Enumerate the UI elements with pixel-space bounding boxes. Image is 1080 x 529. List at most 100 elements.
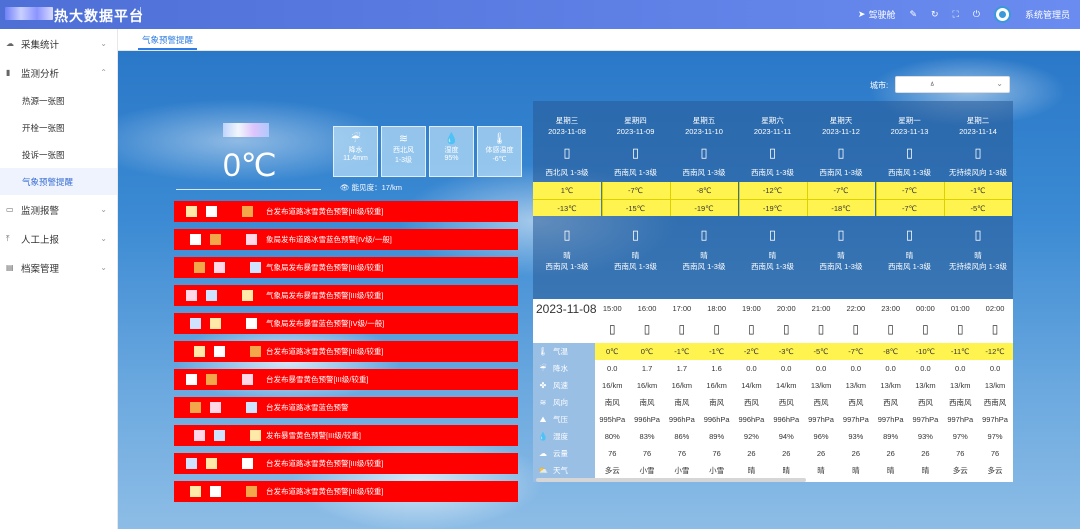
forecast-condition: 晴 xyxy=(905,251,914,260)
hourly-hum: 89% xyxy=(709,432,725,441)
edit-icon[interactable]: ✎ xyxy=(909,9,917,20)
hourly-temp: 0℃ xyxy=(640,347,654,356)
forecast-date: 2023-11-14 xyxy=(959,127,997,136)
weather-icon: ▯ xyxy=(768,227,777,242)
redacted-block xyxy=(210,402,221,413)
redacted-block xyxy=(186,206,197,217)
forecast-condition: 晴 xyxy=(631,251,640,260)
forecast-wind: 西北风 1-3级 xyxy=(545,168,589,177)
hourly-pres: 996hPa xyxy=(773,415,800,424)
upload-icon: ⤒ xyxy=(6,233,10,243)
hourly-wx: 晴 xyxy=(817,466,825,475)
forecast-grid: 星期三 2023-11-08 ▯ 西北风 1-3级 1℃ -13℃ ▯ 晴西南风 1-3级 星期… xyxy=(533,101,1013,299)
alert-item[interactable]: 气象局发布暴雪蓝色预警[IV级/一般] xyxy=(174,313,518,334)
forecast-weekday: 星期天 xyxy=(829,116,853,125)
chevron-down-icon: ⌄ xyxy=(100,234,107,243)
tab-bar: 气象预警提醒 xyxy=(118,29,1080,51)
fullscreen-icon[interactable]: ⛶ xyxy=(953,9,959,20)
main-content: 城市: ㅿ ⌄ 0℃ ☔ 降水 11.4mm ≋ 西北风 1-3级 💧 湿度 9… xyxy=(118,51,1080,529)
card-value: 95% xyxy=(444,155,459,162)
redacted-block xyxy=(206,206,217,217)
menu-group-archive[interactable]: ▤ 档案管理 ⌄ xyxy=(0,253,117,282)
alert-item[interactable]: 台发布道路冰雪黄色预警[III级/较重] xyxy=(174,453,518,474)
alert-item[interactable]: 台发布道路冰雪蓝色预警 xyxy=(174,397,518,418)
menu-group-collect[interactable]: ☁ 采集统计 ⌄ xyxy=(0,29,117,58)
menu-group-monitor-alarm[interactable]: ▭ 监测报警 ⌄ xyxy=(0,195,117,224)
sidebar: ☁ 采集统计 ⌄ ▮ 监测分析 ⌃ 热源一张图 开栓一张图 投诉一张图 气象预警… xyxy=(0,29,118,529)
sidebar-item-complaint-map[interactable]: 投诉一张图 xyxy=(0,141,117,168)
menu-group-manual-report[interactable]: ⤒ 人工上报 ⌄ xyxy=(0,224,117,253)
hourly-column: 15:00 ▯ 0℃ 0.0 16/km 南风 995hPa 80% 76 多云 xyxy=(595,299,630,482)
hourly-pres: 997hPa xyxy=(877,415,904,424)
weather-icon: ▯ xyxy=(768,145,777,160)
hourly-row-label: ⛰ 气压 xyxy=(533,411,595,428)
top-bar: 热大数据平台 ➤ 驾驶舱 ✎ ↻ ⛶ ⏻ 系统管理员 xyxy=(0,0,1080,29)
alert-text: 台发布暴雪黄色预警[III级/较重] xyxy=(266,375,369,384)
row-label-text: 风速 xyxy=(553,381,568,390)
hourly-hum: 89% xyxy=(883,432,899,441)
alert-item[interactable]: 发布暴雪黄色预警[III级/较重] xyxy=(174,425,518,446)
hourly-speed: 16/km xyxy=(671,381,693,390)
chevron-down-icon: ⌄ xyxy=(100,263,107,272)
chevron-down-icon: ⌄ xyxy=(100,205,107,214)
cockpit-button[interactable]: ➤ 驾驶舱 xyxy=(858,8,896,21)
alert-item[interactable]: 气象局发布暴雪黄色预警[III级/较重] xyxy=(174,257,518,278)
tab-weather-alert[interactable]: 气象预警提醒 xyxy=(138,32,198,50)
redacted-block xyxy=(210,318,221,329)
forecast-date: 2023-11-11 xyxy=(753,127,792,136)
alert-item[interactable]: 台发布道路冰雪黄色预警[III级/较重] xyxy=(174,201,518,222)
user-name[interactable]: 系统管理员 xyxy=(1025,8,1070,21)
hourly-temp: -1℃ xyxy=(674,347,690,356)
hourly-rain: 0.0 xyxy=(920,364,931,373)
forecast-wind-night: 西南风 1-3级 xyxy=(545,262,589,271)
hourly-temp: -10℃ xyxy=(915,347,936,356)
hourly-hum: 93% xyxy=(917,432,933,441)
row-label-text: 风向 xyxy=(553,398,568,407)
hourly-dir: 西风 xyxy=(813,398,829,407)
hourly-temp: -3℃ xyxy=(778,347,794,356)
menu-group-label: 监测分析 xyxy=(21,68,60,80)
alert-item[interactable]: 象局发布道路冰雪蓝色预警[IV级/一般] xyxy=(174,229,518,250)
menu-group-analysis[interactable]: ▮ 监测分析 ⌃ xyxy=(0,58,117,87)
hourly-row-label: ☔ 降水 xyxy=(533,360,595,377)
avatar[interactable] xyxy=(993,6,1011,23)
alert-item[interactable]: 台发布道路冰雪黄色预警[III级/较重] xyxy=(174,341,518,362)
forecast-wind: 无持续风向 1-3级 xyxy=(949,168,1007,177)
hourly-time: 02:00 xyxy=(985,304,1005,313)
sidebar-item-heat-source-map[interactable]: 热源一张图 xyxy=(0,87,117,114)
hourly-rain: 0.0 xyxy=(815,364,827,373)
hourly-rain: 1.7 xyxy=(641,364,653,373)
hourly-temp: -7℃ xyxy=(848,347,864,356)
fan-icon: ✤ xyxy=(539,381,547,390)
column-separator xyxy=(738,182,740,216)
horizontal-scrollbar[interactable] xyxy=(536,478,806,482)
cloud-icon: ☁ xyxy=(539,449,547,458)
city-select[interactable]: ㅿ ⌄ xyxy=(895,76,1010,93)
sidebar-item-weather-alert[interactable]: 气象预警提醒 xyxy=(0,168,117,195)
hourly-cloud: 26 xyxy=(816,449,826,458)
redacted-block xyxy=(214,346,225,357)
sidebar-item-valve-map[interactable]: 开栓一张图 xyxy=(0,114,117,141)
redacted-block xyxy=(246,486,257,497)
forecast-wind-night: 无持续风向 1-3级 xyxy=(949,262,1007,271)
refresh-icon[interactable]: ↻ xyxy=(931,9,939,20)
alert-item[interactable]: 气象局发布暴雪黄色预警[III级/较重] xyxy=(174,285,518,306)
redacted-block xyxy=(190,318,201,329)
alert-text: 台发布道路冰雪黄色预警[III级/较重] xyxy=(266,347,384,356)
alert-item[interactable]: 台发布暴雪黄色预警[III级/较重] xyxy=(174,369,518,390)
power-icon[interactable]: ⏻ xyxy=(973,9,980,20)
weather-icon: ▯ xyxy=(678,322,686,336)
forecast-condition: 晴 xyxy=(563,251,571,260)
weather-icon: ▯ xyxy=(837,145,845,160)
alert-text: 台发布道路冰雪黄色预警[III级/较重] xyxy=(266,207,384,216)
forecast-wind-night: 西南风 1-3级 xyxy=(751,262,794,271)
card-label: 降水 xyxy=(348,147,363,154)
rain-icon: ☔ xyxy=(539,364,547,373)
card-label: 体感温度 xyxy=(485,147,514,154)
forecast-high: -1℃ xyxy=(944,182,1012,199)
weather-icon: ▯ xyxy=(782,322,790,336)
redacted-block xyxy=(250,262,261,273)
alert-item[interactable]: 台发布道路冰雪黄色预警[III级/较重] xyxy=(174,481,518,502)
hourly-speed: 16/km xyxy=(636,381,658,390)
chevron-down-icon: ⌄ xyxy=(996,79,1003,88)
